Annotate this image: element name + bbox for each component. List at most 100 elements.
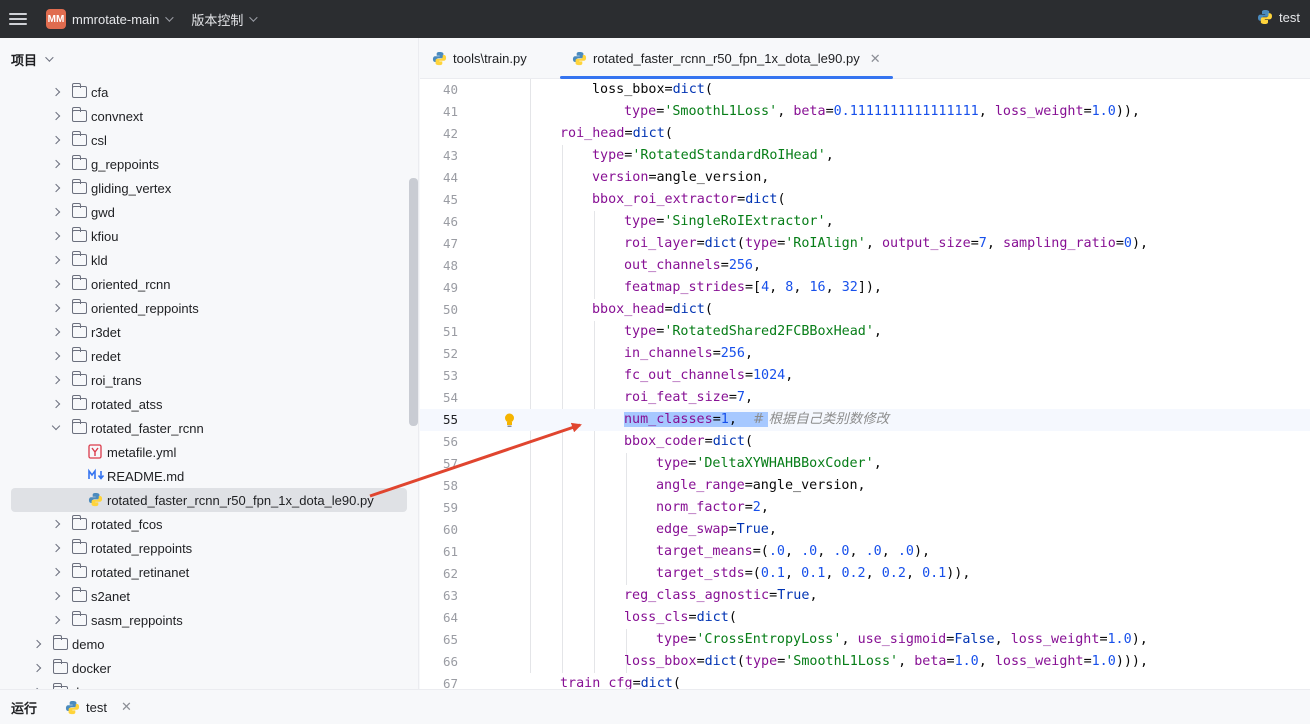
code-line[interactable]: 66 loss_bbox=dict(type='SmoothL1Loss', be… [420,651,1310,673]
run-config-selector[interactable]: test [1257,9,1300,25]
code-line[interactable]: 50 bbox_head=dict( [420,299,1310,321]
line-number: 61 [442,544,458,559]
tree-folder[interactable]: rotated_atss [11,392,407,416]
line-number: 57 [442,456,458,471]
project-panel-header[interactable]: 项目 [0,38,418,80]
tree-folder[interactable]: rotated_faster_rcnn [11,416,407,440]
tree-folder[interactable]: oriented_reppoints [11,296,407,320]
tree-folder[interactable]: convnext [11,104,407,128]
chevron-right-icon[interactable] [51,303,61,313]
tab-active-config[interactable]: rotated_faster_rcnn_r50_fpn_1x_dota_le90… [560,38,893,79]
code-line[interactable]: 60 edge_swap=True, [420,519,1310,541]
tree-folder[interactable]: sasm_reppoints [11,608,407,632]
tree-file[interactable]: rotated_faster_rcnn_r50_fpn_1x_dota_le90… [11,488,407,512]
code-line[interactable]: 49 featmap_strides=[4, 8, 16, 32]), [420,277,1310,299]
run-tool-window-label[interactable]: 运行 [11,698,37,717]
tree-folder[interactable]: roi_trans [11,368,407,392]
tree-file[interactable]: README.md [11,464,407,488]
tree-folder[interactable]: r3det [11,320,407,344]
code-line[interactable]: 63 reg_class_agnostic=True, [420,585,1310,607]
vcs-menu[interactable]: 版本控制 [191,10,243,29]
code-line[interactable]: 46 type='SingleRoIExtractor', [420,211,1310,233]
chevron-right-icon[interactable] [51,135,61,145]
chevron-right-icon[interactable] [51,399,61,409]
code-line[interactable]: 61 target_means=(.0, .0, .0, .0, .0), [420,541,1310,563]
tree-folder[interactable]: s2anet [11,584,407,608]
tree-folder[interactable]: g_reppoints [11,152,407,176]
code-line[interactable]: 47 roi_layer=dict(type='RoIAlign', output… [420,233,1310,255]
chevron-right-icon[interactable] [51,591,61,601]
code-line[interactable]: 51 type='RotatedShared2FCBBoxHead', [420,321,1310,343]
tree-folder[interactable]: docker [11,656,407,680]
tree-folder[interactable]: rotated_reppoints [11,536,407,560]
lightbulb-icon[interactable] [504,413,514,427]
project-tree-scrollbar[interactable] [409,178,418,426]
project-name[interactable]: mmrotate-main [72,12,159,27]
tree-folder[interactable]: rotated_fcos [11,512,407,536]
code-editor[interactable]: 40 loss_bbox=dict(41 type='SmoothL1Loss', … [420,79,1310,689]
chevron-right-icon[interactable] [51,111,61,121]
code-line[interactable]: 64 loss_cls=dict( [420,607,1310,629]
tree-folder[interactable]: cfa [11,80,407,104]
chevron-right-icon[interactable] [51,543,61,553]
code-line[interactable]: 40 loss_bbox=dict( [420,79,1310,101]
code-line[interactable]: 65 type='CrossEntropyLoss', use_sigmoid=F… [420,629,1310,651]
chevron-right-icon[interactable] [51,159,61,169]
tree-folder[interactable]: rotated_retinanet [11,560,407,584]
code-token: dict [704,236,737,251]
tree-folder[interactable]: d [11,680,407,689]
chevron-right-icon[interactable] [51,375,61,385]
chevron-down-icon[interactable] [165,13,175,22]
tab-train-py[interactable]: tools\train.py [432,38,527,79]
code-line[interactable]: 42 roi_head=dict( [420,123,1310,145]
code-line[interactable]: 59 norm_factor=2, [420,497,1310,519]
chevron-right-icon[interactable] [51,183,61,193]
chevron-down-icon[interactable] [249,13,259,22]
chevron-down-icon[interactable] [45,53,54,62]
code-line[interactable]: 62 target_stds=(0.1, 0.1, 0.2, 0.2, 0.1))… [420,563,1310,585]
code-line[interactable]: 57 type='DeltaXYWHAHBBoxCoder', [420,453,1310,475]
chevron-right-icon[interactable] [51,231,61,241]
code-line[interactable]: 44 version=angle_version, [420,167,1310,189]
code-token: , [785,368,794,383]
line-number: 62 [442,566,458,581]
line-number: 66 [442,654,458,669]
tree-folder[interactable]: oriented_rcnn [11,272,407,296]
code-line[interactable]: 48 out_channels=256, [420,255,1310,277]
chevron-right-icon[interactable] [32,663,42,673]
chevron-right-icon[interactable] [51,519,61,529]
close-icon[interactable]: ✕ [121,699,132,715]
tree-folder[interactable]: redet [11,344,407,368]
main-menu-icon[interactable] [9,13,27,25]
code-line[interactable]: 54 roi_feat_size=7, [420,387,1310,409]
chevron-right-icon[interactable] [51,255,61,265]
chevron-right-icon[interactable] [51,567,61,577]
project-badge[interactable]: MM [46,9,66,29]
tree-folder[interactable]: kld [11,248,407,272]
chevron-down-icon[interactable] [51,421,61,431]
tree-file[interactable]: metafile.yml [11,440,407,464]
tree-folder[interactable]: gwd [11,200,407,224]
close-icon[interactable]: ✕ [870,51,881,67]
code-line[interactable]: 52 in_channels=256, [420,343,1310,365]
code-line[interactable]: 43 type='RotatedStandardRoIHead', [420,145,1310,167]
tree-folder[interactable]: gliding_vertex [11,176,407,200]
chevron-right-icon[interactable] [51,327,61,337]
code-line[interactable]: 56 bbox_coder=dict( [420,431,1310,453]
code-line[interactable]: 45 bbox_roi_extractor=dict( [420,189,1310,211]
chevron-right-icon[interactable] [51,279,61,289]
chevron-right-icon[interactable] [51,615,61,625]
code-line[interactable]: 67 train_cfg=dict( [420,673,1310,689]
chevron-right-icon[interactable] [51,207,61,217]
code-line[interactable]: 55 num_classes=1, # 根据自己类别数修改 [420,409,1310,431]
chevron-right-icon[interactable] [32,639,42,649]
code-line[interactable]: 53 fc_out_channels=1024, [420,365,1310,387]
tree-folder[interactable]: demo [11,632,407,656]
run-tab[interactable]: test ✕ [65,699,132,715]
code-line[interactable]: 41 type='SmoothL1Loss', beta=0.1111111111… [420,101,1310,123]
code-line[interactable]: 58 angle_range=angle_version, [420,475,1310,497]
tree-folder[interactable]: csl [11,128,407,152]
chevron-right-icon[interactable] [51,87,61,97]
tree-folder[interactable]: kfiou [11,224,407,248]
chevron-right-icon[interactable] [51,351,61,361]
